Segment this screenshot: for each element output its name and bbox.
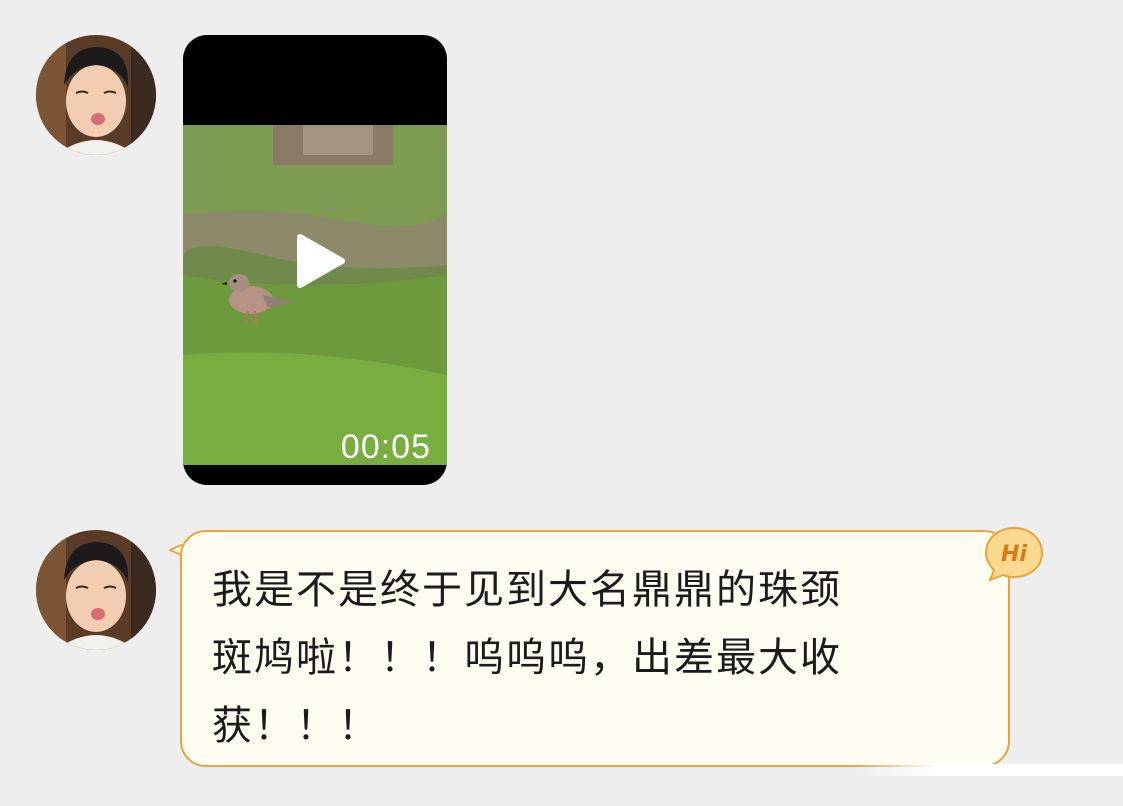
user-avatar[interactable] [36,530,156,650]
user-avatar-photo-icon [36,530,156,650]
play-icon[interactable] [288,233,348,289]
message-text: 我是不是终于见到大名鼎鼎的珠颈 斑鸠啦！！！呜呜呜，出差最大收 获！！！ [212,556,972,760]
video-duration: 00:05 [340,428,431,466]
message-line: 我是不是终于见到大名鼎鼎的珠颈 [212,567,842,613]
chat-view: 00:05 我是不是终于见到大名鼎鼎的珠颈 斑鸠啦！！！呜呜呜，出差最大收 获！… [0,0,1123,806]
user-avatar[interactable] [36,35,156,155]
user-avatar-photo-icon [36,35,156,155]
video-thumbnail [183,125,447,465]
message-line: 斑鸠啦！！！呜呜呜，出差最大收 [212,635,842,681]
text-message-bubble[interactable]: 我是不是终于见到大名鼎鼎的珠颈 斑鸠啦！！！呜呜呜，出差最大收 获！！！ [180,530,1010,767]
hi-badge-label: Hi [1001,542,1027,567]
message-line: 获！！！ [212,703,380,749]
fade-strip [855,764,1123,776]
hi-badge-icon: Hi [984,526,1044,582]
